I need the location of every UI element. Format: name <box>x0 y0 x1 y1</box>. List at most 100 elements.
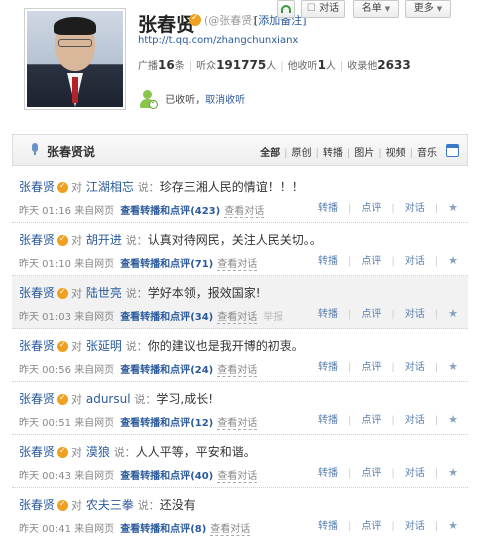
verified-icon <box>57 393 69 405</box>
comment-action[interactable]: 点评 <box>361 362 381 373</box>
feed-title: 张春贤说 <box>47 145 96 159</box>
view-dialog-link[interactable]: 查看对话 <box>217 471 258 483</box>
feed-item: 张春贤对 漠狼 说：人人平等，平安和谐。 昨天 00:43 来自网页查看转播和点… <box>12 435 468 488</box>
dialog-action[interactable]: 对话 <box>405 309 425 320</box>
author-link[interactable]: 张春贤 <box>19 233 55 247</box>
star-icon[interactable]: ★ <box>448 519 458 532</box>
target-user-link[interactable]: 胡开进 <box>86 233 122 247</box>
post-text: 你的建议也是我开博的初衷。 <box>147 339 304 353</box>
view-dialog-link[interactable]: 查看对话 <box>217 365 258 377</box>
dialog-action[interactable]: 对话 <box>405 415 425 426</box>
filter-video[interactable]: 视频 <box>386 148 406 159</box>
post-time[interactable]: 昨天 00:51 <box>19 418 71 429</box>
view-dialog-link[interactable]: 查看对话 <box>217 312 258 324</box>
fans-count[interactable]: 191775 <box>216 58 266 72</box>
post-text: 学习,成长! <box>156 392 214 406</box>
target-user-link[interactable]: adursul <box>86 392 131 406</box>
verified-icon <box>57 340 69 352</box>
view-reposts-link[interactable]: 查看转播和点评(12) <box>120 418 213 429</box>
profile-name: 张春贤 <box>138 14 196 36</box>
star-icon[interactable]: ★ <box>448 201 458 214</box>
author-link[interactable]: 张春贤 <box>19 286 55 300</box>
feed-item: 张春贤对 张延明 说：你的建议也是我开博的初衷。 昨天 00:56 来自网页查看… <box>12 329 468 382</box>
view-dialog-link[interactable]: 查看对话 <box>217 259 258 271</box>
view-reposts-link[interactable]: 查看转播和点评(8) <box>120 524 206 535</box>
post-text: 认真对待网民，关注人民关切。。 <box>147 233 322 247</box>
calendar-icon[interactable] <box>446 144 459 157</box>
dialog-action[interactable]: 对话 <box>405 468 425 479</box>
collected-count[interactable]: 2633 <box>377 58 410 72</box>
star-icon[interactable]: ★ <box>448 360 458 373</box>
broadcast-count[interactable]: 16 <box>158 58 175 72</box>
feed-item: 张春贤对 胡开进 说：认真对待网民，关注人民关切。。 昨天 01:10 来自网页… <box>12 223 468 276</box>
report-link[interactable]: 举报 <box>263 312 283 323</box>
avatar-photo <box>27 11 123 107</box>
comment-action[interactable]: 点评 <box>361 256 381 267</box>
list-button[interactable]: 名单 ▼ <box>353 0 399 18</box>
profile-handle: (@张春贤) <box>204 14 257 27</box>
profile-stats: 广播16条 | 听众191775人 | 他收听1人 | 收录他2633 <box>138 58 411 72</box>
feed-item: 张春贤对 陆世亮 说：学好本领，报效国家! 昨天 01:03 来自网页查看转播和… <box>12 276 468 329</box>
target-user-link[interactable]: 陆世亮 <box>86 286 122 300</box>
listen-status: 已收听，取消收听 <box>138 90 245 110</box>
author-link[interactable]: 张春贤 <box>19 498 55 512</box>
target-user-link[interactable]: 漠狼 <box>86 445 110 459</box>
star-icon[interactable]: ★ <box>448 307 458 320</box>
comment-action[interactable]: 点评 <box>361 415 381 426</box>
view-dialog-link[interactable]: 查看对话 <box>224 206 265 218</box>
star-icon[interactable]: ★ <box>448 466 458 479</box>
more-button[interactable]: 更多 ▼ <box>405 0 451 18</box>
target-user-link[interactable]: 张延明 <box>86 339 122 353</box>
dialog-action[interactable]: 对话 <box>405 256 425 267</box>
view-dialog-link[interactable]: 查看对话 <box>217 418 258 430</box>
chevron-down-icon: ▼ <box>384 5 391 13</box>
dialog-button[interactable]: ☐ 对话 <box>301 0 345 18</box>
comment-action[interactable]: 点评 <box>361 203 381 214</box>
target-user-link[interactable]: 江湖相忘 <box>86 180 134 194</box>
star-icon[interactable]: ★ <box>448 254 458 267</box>
dialog-action[interactable]: 对话 <box>405 521 425 532</box>
filter-original[interactable]: 原创 <box>292 148 312 159</box>
repost-action[interactable]: 转播 <box>318 203 338 214</box>
author-link[interactable]: 张春贤 <box>19 180 55 194</box>
post-time[interactable]: 昨天 00:43 <box>19 471 71 482</box>
listens-count[interactable]: 1 <box>318 58 326 72</box>
dialog-action[interactable]: 对话 <box>405 203 425 214</box>
view-reposts-link[interactable]: 查看转播和点评(34) <box>120 312 213 323</box>
filter-all[interactable]: 全部 <box>260 148 280 159</box>
author-link[interactable]: 张春贤 <box>19 339 55 353</box>
audio-button[interactable] <box>277 0 295 18</box>
post-time[interactable]: 昨天 00:56 <box>19 365 71 376</box>
view-reposts-link[interactable]: 查看转播和点评(24) <box>120 365 213 376</box>
post-time[interactable]: 昨天 00:41 <box>19 524 71 535</box>
post-time[interactable]: 昨天 01:10 <box>19 259 71 270</box>
filter-repost[interactable]: 转播 <box>323 148 343 159</box>
profile-url-link[interactable]: http://t.qq.com/zhangchunxianx <box>138 35 298 46</box>
repost-action[interactable]: 转播 <box>318 256 338 267</box>
post-time[interactable]: 昨天 01:16 <box>19 206 71 217</box>
repost-action[interactable]: 转播 <box>318 415 338 426</box>
post-text: 人人平等，平安和谐。 <box>135 445 256 459</box>
repost-action[interactable]: 转播 <box>318 521 338 532</box>
view-reposts-link[interactable]: 查看转播和点评(423) <box>120 206 220 217</box>
author-link[interactable]: 张春贤 <box>19 445 55 459</box>
avatar[interactable] <box>24 8 126 110</box>
comment-action[interactable]: 点评 <box>361 521 381 532</box>
post-time[interactable]: 昨天 01:03 <box>19 312 71 323</box>
repost-action[interactable]: 转播 <box>318 362 338 373</box>
view-reposts-link[interactable]: 查看转播和点评(40) <box>120 471 213 482</box>
view-dialog-link[interactable]: 查看对话 <box>210 524 251 536</box>
verified-icon <box>57 181 69 193</box>
star-icon[interactable]: ★ <box>448 413 458 426</box>
view-reposts-link[interactable]: 查看转播和点评(71) <box>120 259 213 270</box>
filter-image[interactable]: 图片 <box>354 148 374 159</box>
filter-music[interactable]: 音乐 <box>417 148 437 159</box>
author-link[interactable]: 张春贤 <box>19 392 55 406</box>
comment-action[interactable]: 点评 <box>361 468 381 479</box>
unlisten-link[interactable]: 取消收听 <box>205 95 245 106</box>
dialog-action[interactable]: 对话 <box>405 362 425 373</box>
repost-action[interactable]: 转播 <box>318 309 338 320</box>
target-user-link[interactable]: 农夫三拳 <box>86 498 134 512</box>
repost-action[interactable]: 转播 <box>318 468 338 479</box>
comment-action[interactable]: 点评 <box>361 309 381 320</box>
